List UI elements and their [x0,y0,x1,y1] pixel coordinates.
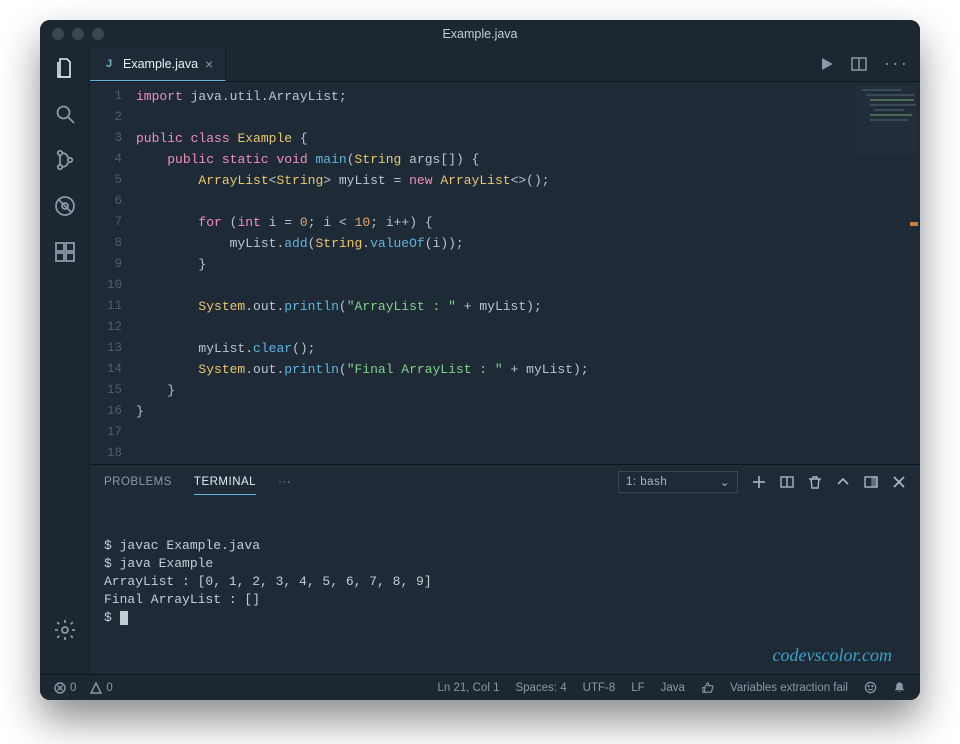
code-content[interactable]: import java.util.ArrayList; public class… [136,86,920,464]
run-icon[interactable] [819,57,835,73]
status-indentation[interactable]: Spaces: 4 [515,682,566,694]
settings-gear-icon[interactable] [53,618,77,642]
status-language[interactable]: Java [661,682,685,694]
status-bar: 0 0 Ln 21, Col 1 Spaces: 4 UTF-8 LF Java… [40,674,920,700]
bottom-panel: PROBLEMS TERMINAL ··· 1: bash ⌄ [90,464,920,674]
main-area: J Example.java × ··· 123456789101112131 [90,48,920,674]
vscode-window: Example.java [40,20,920,700]
explorer-icon[interactable] [53,56,77,80]
warning-count: 0 [106,682,112,694]
tab-close-icon[interactable]: × [205,56,213,72]
watermark-text: codevscolor.com [773,646,892,664]
java-file-icon: J [102,57,116,71]
split-editor-icon[interactable] [851,57,867,73]
panel-more-tab[interactable]: ··· [278,470,291,494]
notifications-bell-icon[interactable] [893,681,906,694]
terminal-selector-label: 1: bash [626,476,667,488]
problems-tab[interactable]: PROBLEMS [104,470,172,494]
source-control-icon[interactable] [53,148,77,172]
extensions-icon[interactable] [53,240,77,264]
thumbs-up-icon[interactable] [701,681,714,694]
error-count: 0 [70,682,76,694]
search-icon[interactable] [53,102,77,126]
editor-actions: ··· [819,57,920,73]
overview-ruler[interactable] [908,82,920,464]
minimap[interactable] [856,86,916,156]
panel-tab-bar: PROBLEMS TERMINAL ··· 1: bash ⌄ [90,465,920,499]
dropdown-caret-icon: ⌄ [720,475,730,489]
debug-icon[interactable] [53,194,77,218]
kill-terminal-icon[interactable] [808,475,822,489]
tab-filename: Example.java [123,57,198,71]
status-warnings[interactable]: 0 [90,682,112,694]
titlebar: Example.java [40,20,920,48]
maximize-panel-icon[interactable] [836,475,850,489]
tab-bar: J Example.java × ··· [90,48,920,82]
text-editor[interactable]: 123456789101112131415161718 import java.… [90,82,920,464]
terminal-output[interactable]: $ javac Example.java$ java ExampleArrayL… [90,499,920,674]
split-terminal-icon[interactable] [780,475,794,489]
status-encoding[interactable]: UTF-8 [583,682,616,694]
toggle-panel-icon[interactable] [864,475,878,489]
line-number-gutter: 123456789101112131415161718 [90,86,136,464]
status-message[interactable]: Variables extraction fail [730,682,848,694]
terminal-tab[interactable]: TERMINAL [194,470,256,495]
feedback-smiley-icon[interactable] [864,681,877,694]
status-cursor-position[interactable]: Ln 21, Col 1 [437,682,499,694]
status-eol[interactable]: LF [631,682,644,694]
status-errors[interactable]: 0 [54,682,76,694]
terminal-selector[interactable]: 1: bash ⌄ [618,471,738,493]
editor-area: 123456789101112131415161718 import java.… [90,82,920,464]
more-actions-icon[interactable]: ··· [883,57,908,73]
new-terminal-icon[interactable] [752,475,766,489]
activity-bar [40,48,90,674]
window-title: Example.java [40,27,920,41]
editor-tab[interactable]: J Example.java × [90,48,226,81]
editor-body: J Example.java × ··· 123456789101112131 [40,48,920,674]
close-panel-icon[interactable] [892,475,906,489]
